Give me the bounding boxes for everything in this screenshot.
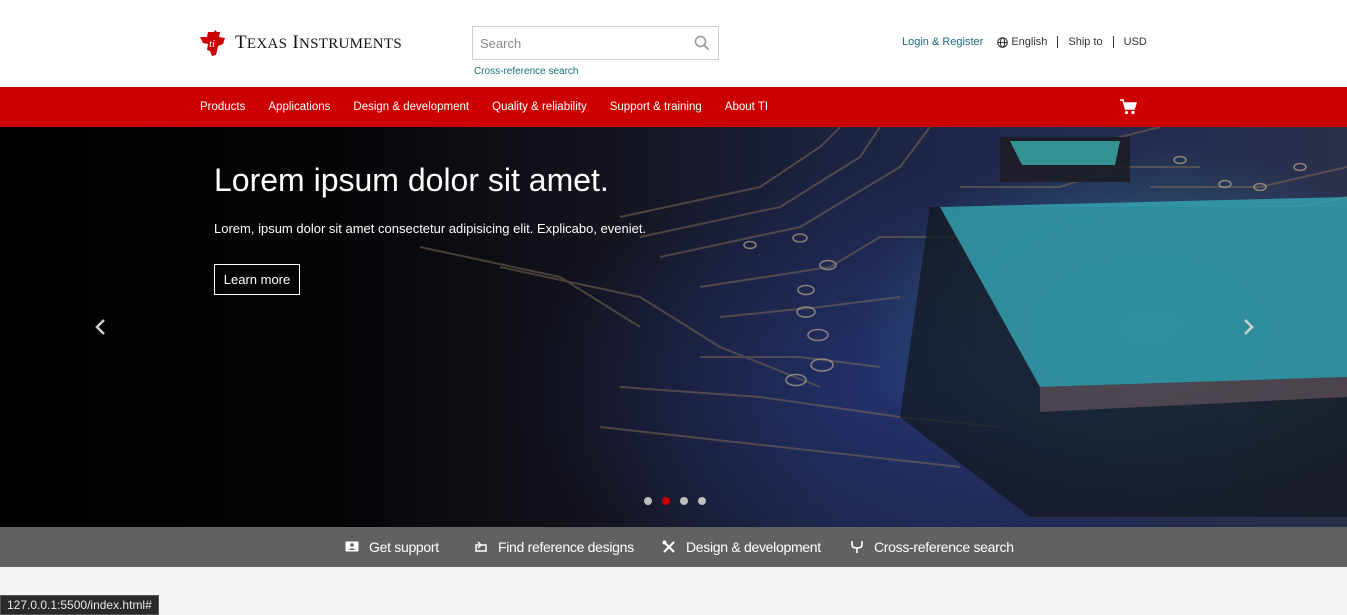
main-navigation: Products Applications Design & developme… (0, 87, 1347, 127)
ti-logo-icon: ti (200, 30, 225, 56)
login-register-link[interactable]: Login & Register (902, 36, 983, 48)
globe-icon (997, 36, 1009, 48)
cross-reference-icon (851, 541, 863, 553)
logo-wordmark: TEXAS INSTRUMENTS (235, 32, 402, 53)
carousel-dot-4[interactable] (698, 497, 706, 505)
carousel-dot-2[interactable] (662, 497, 670, 505)
header-utilities: Login & Register English Ship to USD (902, 36, 1147, 48)
hero-title: Lorem ipsum dolor sit amet. (214, 162, 609, 198)
get-support-label: Get support (369, 539, 439, 555)
svg-text:ti: ti (209, 38, 215, 50)
hero-subtitle: Lorem, ipsum dolor sit amet consectetur … (214, 221, 647, 236)
ti-logo[interactable]: ti TEXAS INSTRUMENTS (197, 28, 402, 58)
nav-item-support-training[interactable]: Support & training (610, 101, 702, 113)
carousel-dot-1[interactable] (644, 497, 652, 505)
learn-more-button[interactable]: Learn more (214, 264, 300, 295)
nav-item-about-ti[interactable]: About TI (725, 101, 768, 113)
get-support-link[interactable]: Get support (345, 527, 439, 567)
quick-links-bar: Get support Find reference designs Desig… (0, 527, 1347, 567)
nav-item-applications[interactable]: Applications (268, 101, 330, 113)
cross-reference-search-link[interactable]: Cross-reference search (474, 66, 578, 77)
carousel-indicators (644, 497, 716, 505)
reference-designs-icon (475, 541, 487, 552)
tools-icon (662, 540, 675, 553)
carousel-prev-icon[interactable] (92, 317, 110, 337)
cart-icon[interactable] (1119, 98, 1137, 116)
design-development-label: Design & development (686, 539, 821, 555)
nav-item-products[interactable]: Products (200, 101, 245, 113)
cross-reference-search-label: Cross-reference search (874, 539, 1014, 555)
search-icon[interactable] (694, 35, 710, 51)
site-header: ti TEXAS INSTRUMENTS Cross-reference sea… (0, 0, 1347, 87)
browser-status-url: 127.0.0.1:5500/index.html# (0, 595, 159, 615)
ship-to-selector[interactable]: Ship to (1058, 36, 1114, 48)
carousel-dot-3[interactable] (680, 497, 688, 505)
carousel-next-icon[interactable] (1239, 317, 1257, 337)
search-box (472, 26, 719, 60)
cross-reference-search-quick-link[interactable]: Cross-reference search (850, 527, 1014, 567)
design-development-link[interactable]: Design & development (662, 527, 821, 567)
language-selector[interactable]: English (997, 36, 1059, 48)
find-reference-designs-link[interactable]: Find reference designs (474, 527, 634, 567)
circuit-board-background (419, 127, 1347, 517)
nav-item-design-development[interactable]: Design & development (353, 101, 469, 113)
nav-item-quality-reliability[interactable]: Quality & reliability (492, 101, 587, 113)
hero-carousel: Lorem ipsum dolor sit amet. Lorem, ipsum… (0, 127, 1347, 527)
support-icon (345, 541, 359, 552)
currency-selector[interactable]: USD (1114, 36, 1147, 48)
find-reference-designs-label: Find reference designs (498, 539, 634, 555)
language-label: English (1011, 36, 1048, 48)
search-input[interactable] (473, 27, 683, 59)
